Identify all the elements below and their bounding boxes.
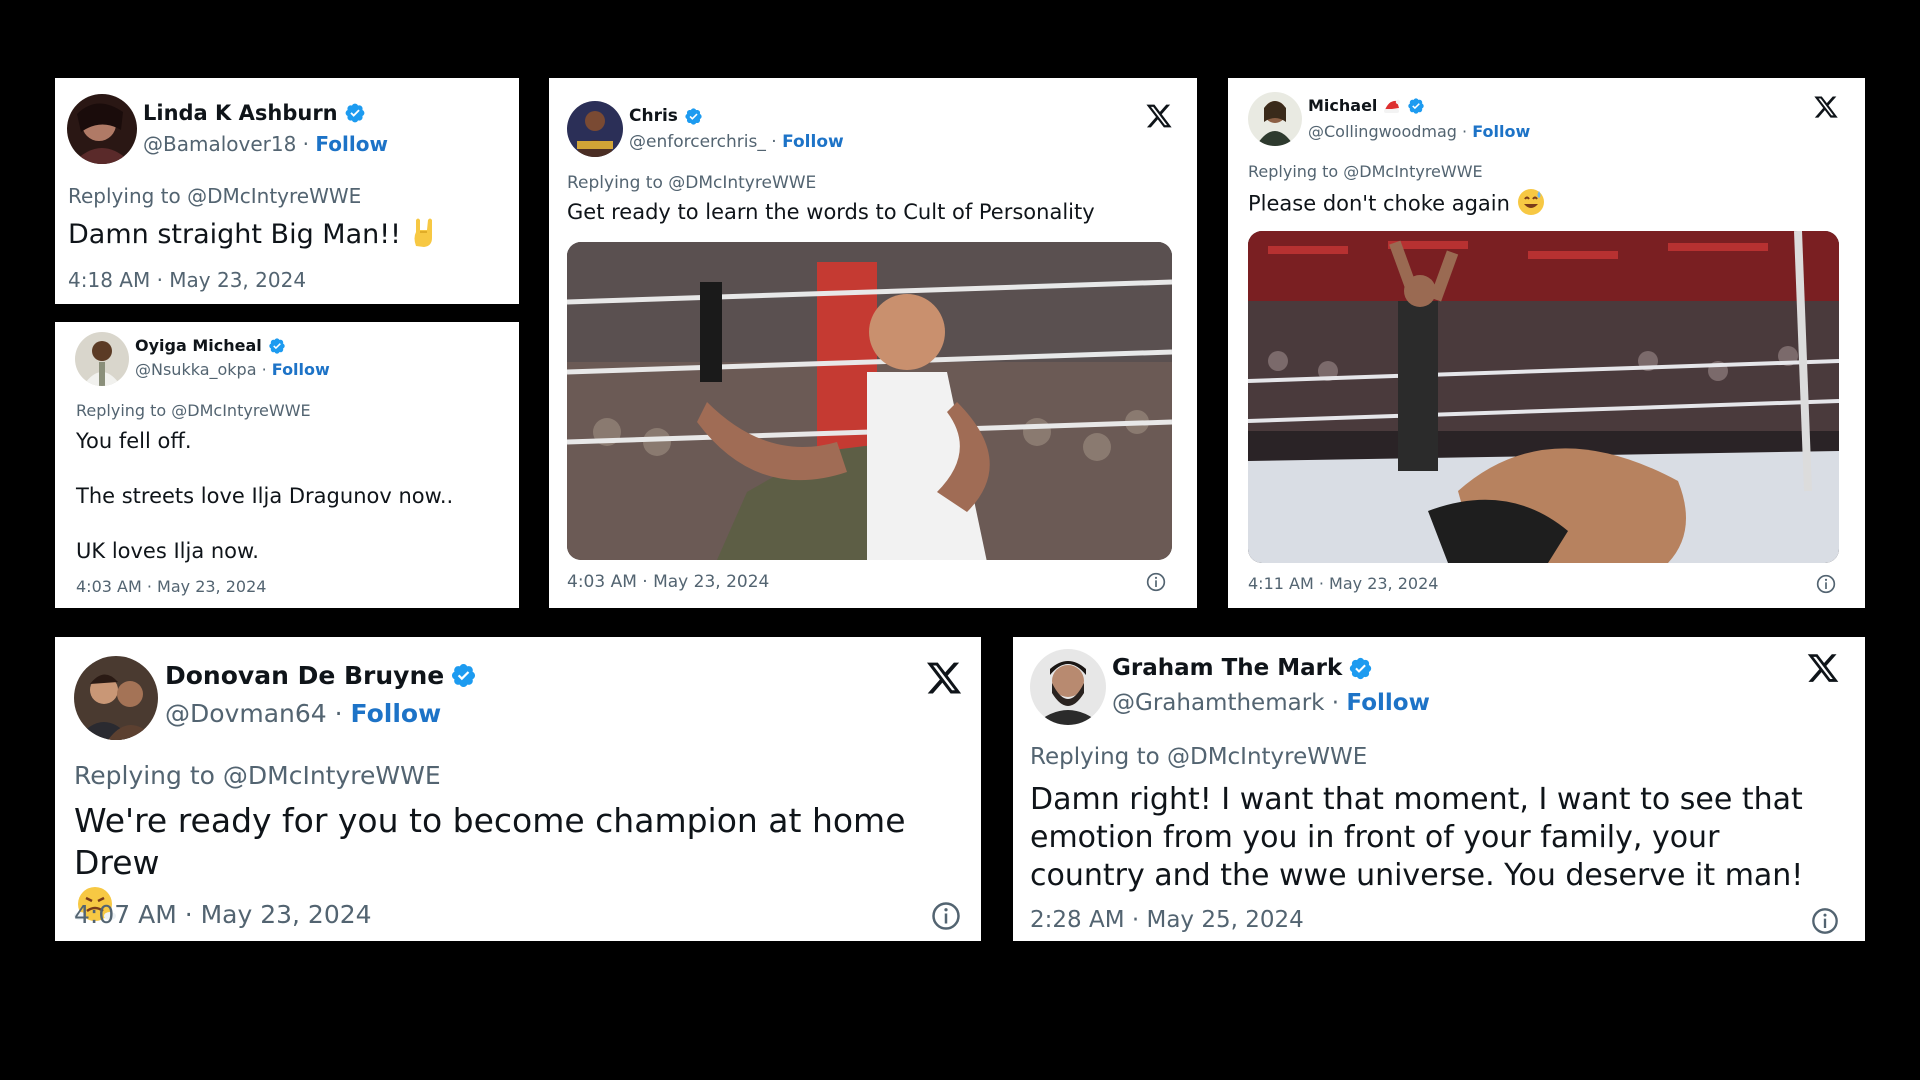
sweat-smile-emoji-icon (1517, 188, 1545, 221)
handle-line: @Bamalover18 · Follow (143, 132, 388, 156)
handle[interactable]: @Bamalover18 (143, 132, 296, 156)
x-logo-icon[interactable] (1806, 651, 1840, 685)
follow-button[interactable]: Follow (351, 699, 442, 728)
verified-badge-icon (1348, 656, 1373, 681)
tweet-text: Get ready to learn the words to Cult of … (567, 200, 1095, 224)
follow-button[interactable]: Follow (272, 360, 330, 379)
display-name[interactable]: Michael (1308, 96, 1425, 115)
timestamp[interactable]: 4:03 AM · May 23, 2024 (76, 577, 266, 596)
avatar[interactable] (67, 94, 137, 164)
tweet-card-linda[interactable]: Linda K Ashburn @Bamalover18 · Follow Re… (55, 78, 519, 304)
handle-line: @Dovman64 · Follow (165, 699, 442, 728)
replying-to[interactable]: Replying to @DMcIntyreWWE (68, 184, 361, 208)
verified-badge-icon (684, 107, 703, 126)
follow-button[interactable]: Follow (315, 132, 388, 156)
verified-badge-icon (268, 337, 286, 355)
display-name[interactable]: Oyiga Micheal (135, 336, 286, 355)
handle[interactable]: @Nsukka_okpa (135, 360, 257, 379)
handle[interactable]: @Collingwoodmag (1308, 122, 1457, 141)
info-icon[interactable] (1146, 572, 1166, 592)
tweet-card-oyiga[interactable]: Oyiga Micheal @Nsukka_okpa · Follow Repl… (55, 322, 519, 608)
handle-line: @enforcerchris_ · Follow (629, 132, 844, 152)
verified-badge-icon (1407, 97, 1425, 115)
x-logo-icon[interactable] (1145, 102, 1173, 130)
info-icon[interactable] (1816, 574, 1836, 594)
rock-hand-emoji-icon (410, 216, 438, 255)
x-logo-icon[interactable] (1813, 94, 1839, 120)
timestamp[interactable]: 4:07 AM · May 23, 2024 (74, 900, 372, 929)
handle-line: @Collingwoodmag · Follow (1308, 122, 1531, 141)
display-name[interactable]: Donovan De Bruyne (165, 661, 477, 690)
tweet-text-line: You fell off. (76, 429, 192, 453)
timestamp[interactable]: 4:11 AM · May 23, 2024 (1248, 574, 1438, 593)
handle[interactable]: @enforcerchris_ (629, 132, 766, 152)
replying-to[interactable]: Replying to @DMcIntyreWWE (567, 173, 816, 193)
tweet-text-line: The streets love Ilja Dragunov now.. (76, 484, 454, 508)
tweet-text: Damn straight Big Man!! (68, 216, 438, 255)
follow-button[interactable]: Follow (1346, 690, 1429, 716)
timestamp[interactable]: 4:18 AM · May 23, 2024 (68, 268, 306, 292)
info-icon[interactable] (931, 901, 961, 931)
santa-hat-emoji-icon (1383, 98, 1401, 114)
replying-to[interactable]: Replying to @DMcIntyreWWE (1248, 162, 1483, 181)
replying-to[interactable]: Replying to @DMcIntyreWWE (76, 401, 311, 420)
tweet-text: Please don't choke again (1248, 188, 1545, 221)
display-name[interactable]: Chris (629, 106, 703, 126)
display-name[interactable]: Graham The Mark (1112, 655, 1373, 681)
avatar[interactable] (567, 101, 623, 157)
wrestling-ring-title-photo[interactable] (1248, 231, 1839, 563)
timestamp[interactable]: 2:28 AM · May 25, 2024 (1030, 907, 1304, 933)
replying-to[interactable]: Replying to @DMcIntyreWWE (1030, 744, 1367, 770)
verified-badge-icon (344, 102, 366, 124)
handle[interactable]: @Grahamthemark (1112, 690, 1324, 716)
cm-punk-ring-photo[interactable] (567, 242, 1172, 560)
follow-button[interactable]: Follow (1472, 122, 1530, 141)
tweet-text-line: UK loves Ilja now. (76, 539, 259, 563)
tweet-card-chris[interactable]: Chris @enforcerchris_ · Follow Replying … (549, 78, 1197, 608)
follow-button[interactable]: Follow (782, 132, 844, 152)
avatar[interactable] (74, 656, 158, 740)
avatar[interactable] (75, 332, 129, 386)
avatar[interactable] (1248, 92, 1302, 146)
tweet-card-donovan[interactable]: Donovan De Bruyne @Dovman64 · Follow Rep… (55, 637, 981, 941)
tweet-card-michael[interactable]: Michael @Collingwoodmag · Follow Replyin… (1228, 78, 1865, 608)
handle-line: @Grahamthemark · Follow (1112, 690, 1430, 716)
handle-line: @Nsukka_okpa · Follow (135, 360, 330, 379)
tweet-text: Damn right! I want that moment, I want t… (1030, 782, 1804, 893)
info-icon[interactable] (1811, 907, 1839, 935)
handle[interactable]: @Dovman64 (165, 699, 327, 728)
replying-to[interactable]: Replying to @DMcIntyreWWE (74, 761, 441, 790)
timestamp[interactable]: 4:03 AM · May 23, 2024 (567, 572, 769, 592)
x-logo-icon[interactable] (925, 659, 963, 697)
display-name[interactable]: Linda K Ashburn (143, 101, 366, 125)
avatar[interactable] (1030, 649, 1106, 725)
verified-badge-icon (450, 662, 477, 689)
tweet-card-graham[interactable]: Graham The Mark @Grahamthemark · Follow … (1013, 637, 1865, 941)
